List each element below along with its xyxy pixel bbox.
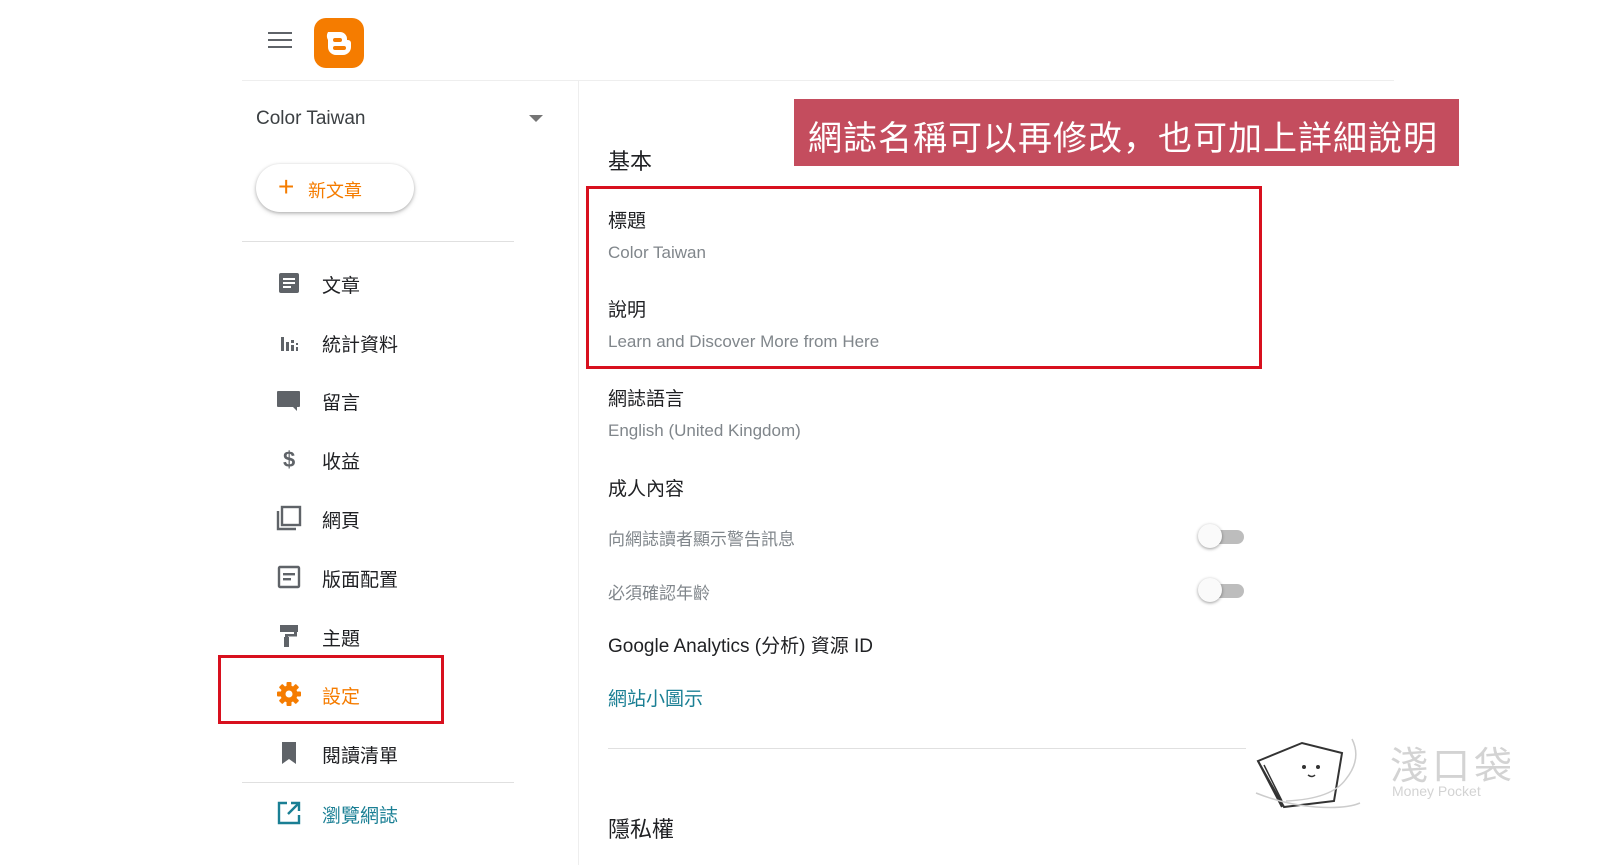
pages-icon bbox=[276, 505, 302, 531]
comments-icon bbox=[276, 387, 302, 413]
section-heading-privacy: 隱私權 bbox=[608, 817, 675, 842]
sidebar-item-label: 統計資料 bbox=[322, 335, 399, 356]
theme-icon bbox=[276, 623, 302, 649]
title-field-label: 標題 bbox=[608, 211, 647, 232]
watermark-title: 淺口袋 bbox=[1390, 746, 1517, 788]
header-divider bbox=[242, 80, 1394, 81]
sidebar-divider bbox=[578, 81, 579, 865]
sidebar-item-posts[interactable]: 文章 bbox=[262, 260, 512, 304]
language-field-value[interactable]: English (United Kingdom) bbox=[608, 421, 801, 441]
layout-icon bbox=[276, 564, 302, 590]
toggle-thumb bbox=[1198, 578, 1222, 602]
analytics-id-setting[interactable]: Google Analytics (分析) 資源 ID bbox=[608, 631, 873, 658]
adult-warning-label: 向網誌讀者顯示警告訊息 bbox=[608, 530, 795, 549]
nav-divider bbox=[242, 241, 514, 242]
posts-icon bbox=[276, 270, 302, 296]
view-blog-icon bbox=[276, 800, 302, 826]
blog-name: Color Taiwan bbox=[256, 108, 366, 129]
sidebar-item-theme[interactable]: 主題 bbox=[262, 613, 512, 657]
age-check-toggle[interactable] bbox=[1198, 578, 1246, 602]
blogger-logo-icon[interactable] bbox=[314, 18, 364, 68]
toggle-thumb bbox=[1198, 524, 1222, 548]
earnings-icon: $ bbox=[276, 446, 302, 472]
sidebar-item-pages[interactable]: 網頁 bbox=[262, 495, 512, 539]
watermark-mascot-icon bbox=[1252, 733, 1370, 823]
sidebar-item-label: 閱讀清單 bbox=[322, 746, 399, 767]
adult-warning-toggle[interactable] bbox=[1198, 524, 1246, 548]
new-post-label: 新文章 bbox=[308, 181, 362, 201]
sidebar-item-layout[interactable]: 版面配置 bbox=[262, 554, 512, 598]
stats-icon bbox=[276, 329, 302, 355]
sidebar-item-comments[interactable]: 留言 bbox=[262, 377, 512, 421]
blog-selector[interactable]: Color Taiwan bbox=[242, 100, 562, 140]
favicon-setting-link[interactable]: 網站小圖示 bbox=[608, 684, 703, 711]
section-divider bbox=[608, 748, 1246, 749]
nav-divider bbox=[242, 782, 514, 783]
annotation-banner: 網誌名稱可以再修改，也可加上詳細說明 bbox=[794, 99, 1459, 166]
sidebar-item-view-blog[interactable]: 瀏覽網誌 bbox=[262, 790, 512, 834]
reading-list-icon bbox=[276, 740, 302, 766]
sidebar-item-label: 瀏覽網誌 bbox=[322, 806, 399, 827]
section-heading-basic: 基本 bbox=[608, 149, 653, 174]
sidebar-item-stats[interactable]: 統計資料 bbox=[262, 319, 512, 363]
title-field-value[interactable]: Color Taiwan bbox=[608, 243, 706, 263]
sidebar-item-reading-list[interactable]: 閱讀清單 bbox=[262, 730, 512, 774]
hamburger-menu-icon[interactable] bbox=[268, 32, 292, 52]
svg-text:$: $ bbox=[283, 447, 295, 472]
sidebar-item-label: 主題 bbox=[322, 629, 361, 650]
sidebar-item-label: 留言 bbox=[322, 393, 361, 414]
dropdown-caret-icon bbox=[529, 115, 543, 122]
sidebar-item-label: 版面配置 bbox=[322, 570, 399, 591]
annotation-text: 網誌名稱可以再修改，也可加上詳細說明 bbox=[808, 120, 1438, 158]
sidebar-item-label: 網頁 bbox=[322, 511, 361, 532]
sidebar-item-label: 收益 bbox=[322, 452, 361, 473]
settings-highlight-box bbox=[218, 655, 444, 724]
description-field-value[interactable]: Learn and Discover More from Here bbox=[608, 332, 879, 352]
new-post-button[interactable]: + 新文章 bbox=[256, 164, 414, 212]
language-field-label: 網誌語言 bbox=[608, 389, 685, 410]
watermark-subtitle: Money Pocket bbox=[1392, 783, 1481, 799]
sidebar-item-label: 文章 bbox=[322, 276, 361, 297]
age-check-label: 必須確認年齡 bbox=[608, 584, 710, 603]
adult-content-label: 成人內容 bbox=[608, 479, 685, 500]
sidebar-item-earnings[interactable]: $ 收益 bbox=[262, 436, 512, 480]
plus-icon: + bbox=[278, 171, 295, 202]
description-field-label: 說明 bbox=[608, 300, 647, 321]
